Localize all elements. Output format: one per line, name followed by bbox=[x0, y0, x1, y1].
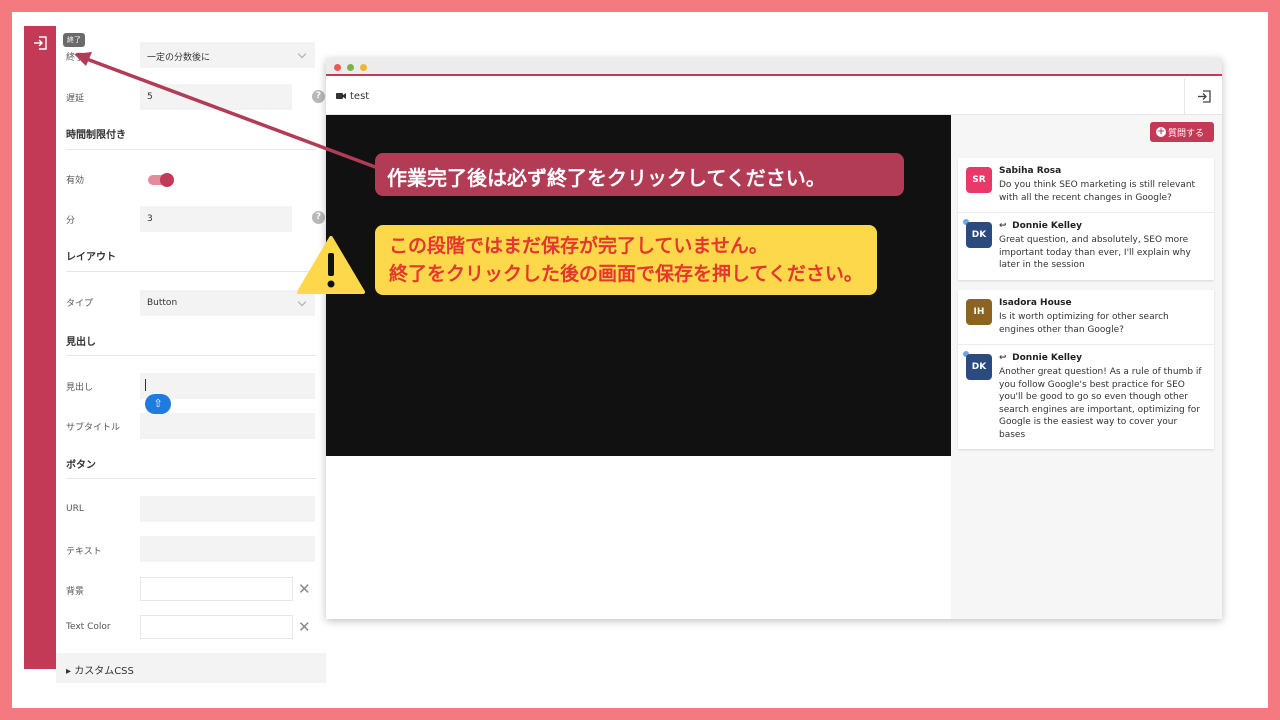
ask-question-button[interactable]: + 質問する bbox=[1150, 122, 1214, 142]
clear-background-icon[interactable]: ✕ bbox=[298, 580, 311, 598]
minutes-input[interactable]: 3 bbox=[140, 206, 292, 232]
avatar: IH bbox=[966, 299, 992, 325]
minimize-dot-icon[interactable] bbox=[347, 64, 354, 71]
custom-css-toggle[interactable]: ▸ カスタムCSS bbox=[56, 653, 326, 683]
room-title: test bbox=[350, 91, 370, 102]
message-author-name: Donnie Kelley bbox=[1012, 353, 1082, 363]
text-label: テキスト bbox=[66, 547, 102, 557]
reply-icon: ↩ bbox=[999, 353, 1007, 363]
subtitle-input[interactable] bbox=[140, 413, 315, 439]
exit-tooltip: 終了 bbox=[63, 33, 85, 47]
message-text: Do you think SEO marketing is still rele… bbox=[999, 180, 1196, 203]
maximize-dot-icon[interactable] bbox=[360, 64, 367, 71]
divider bbox=[66, 478, 316, 479]
message-author: Isadora House bbox=[999, 298, 1072, 308]
text-color-label: Text Color bbox=[66, 622, 111, 632]
app-header: test bbox=[326, 78, 1222, 115]
keyboard-shift-icon: ⇧ bbox=[145, 394, 171, 414]
time-limit-title: 時間制限付き bbox=[66, 130, 126, 141]
list-item: DK ↩ Donnie Kelley Another great questio… bbox=[958, 344, 1214, 449]
ask-question-label: 質問する bbox=[1168, 129, 1205, 139]
heading-section-title: 見出し bbox=[66, 337, 96, 348]
exit-icon[interactable] bbox=[31, 34, 49, 52]
button-section-title: ボタン bbox=[66, 460, 96, 471]
text-caret bbox=[145, 379, 146, 391]
list-item: DK ↩ Donnie Kelley Great question, and a… bbox=[958, 212, 1214, 280]
url-input[interactable] bbox=[140, 496, 315, 522]
background-label: 背景 bbox=[66, 587, 85, 597]
avatar: SR bbox=[966, 167, 992, 193]
reply-icon: ↩ bbox=[999, 221, 1007, 231]
delay-input[interactable]: 5 bbox=[140, 84, 292, 110]
leave-button[interactable] bbox=[1184, 78, 1222, 115]
annotation-yellow-note: この段階ではまだ保存が完了していません。 終了をクリックした後の画面で保存を押し… bbox=[375, 225, 877, 295]
exit-icon bbox=[1198, 90, 1211, 103]
qa-sidebar: + 質問する SR Sabiha Rosa Do you think SEO m… bbox=[951, 115, 1222, 619]
message-text: Another great question! As a rule of thu… bbox=[999, 367, 1202, 440]
plus-icon: + bbox=[1156, 127, 1166, 137]
enabled-label: 有効 bbox=[66, 176, 85, 186]
custom-css-label: カスタムCSS bbox=[74, 666, 134, 677]
subtitle-label: サブタイトル bbox=[66, 423, 121, 433]
heading-label: 見出し bbox=[66, 383, 94, 393]
end-select[interactable]: 一定の分数後に bbox=[140, 42, 315, 68]
video-camera-icon bbox=[336, 93, 346, 99]
list-item: IH Isadora House Is it worth optimizing … bbox=[958, 290, 1214, 344]
layout-title: レイアウト bbox=[66, 252, 116, 263]
background-color-field[interactable] bbox=[140, 577, 293, 601]
list-item: SR Sabiha Rosa Do you think SEO marketin… bbox=[958, 158, 1214, 212]
clear-text-color-icon[interactable]: ✕ bbox=[298, 618, 311, 636]
delay-help-icon[interactable]: ? bbox=[312, 90, 325, 103]
divider bbox=[66, 355, 316, 356]
qa-thread: SR Sabiha Rosa Do you think SEO marketin… bbox=[958, 158, 1214, 280]
divider bbox=[66, 271, 316, 272]
type-label: タイプ bbox=[66, 299, 94, 309]
delay-label: 遅延 bbox=[66, 94, 85, 104]
type-select[interactable]: Button bbox=[140, 290, 315, 316]
annotation-line-1: この段階ではまだ保存が完了していません。 bbox=[389, 235, 768, 257]
annotation-line-2: 終了をクリックした後の画面で保存を押してください。 bbox=[389, 263, 863, 285]
window-titlebar bbox=[326, 58, 1222, 76]
caret-right-icon: ▸ bbox=[66, 666, 75, 677]
message-text: Is it worth optimizing for other search … bbox=[999, 312, 1169, 335]
warning-icon bbox=[297, 236, 365, 294]
qa-thread: IH Isadora House Is it worth optimizing … bbox=[958, 290, 1214, 449]
end-label: 終了 bbox=[66, 53, 85, 63]
message-author: Sabiha Rosa bbox=[999, 166, 1062, 176]
minutes-help-icon[interactable]: ? bbox=[312, 211, 325, 224]
message-author-name: Donnie Kelley bbox=[1012, 221, 1082, 231]
url-label: URL bbox=[66, 504, 84, 514]
settings-panel: 終了 一定の分数後に 遅延 5 ? 時間制限付き 有効 分 3 ? レイアウト … bbox=[56, 26, 326, 683]
editor-rail bbox=[24, 26, 56, 669]
annotation-red-note: 作業完了後は必ず終了をクリックしてください。 bbox=[375, 153, 904, 196]
text-color-field[interactable] bbox=[140, 615, 293, 639]
avatar: DK bbox=[966, 354, 992, 380]
message-text: Great question, and absolutely, SEO more… bbox=[999, 235, 1191, 270]
message-author: ↩ Donnie Kelley bbox=[999, 221, 1206, 231]
divider bbox=[66, 149, 316, 150]
close-dot-icon[interactable] bbox=[334, 64, 341, 71]
enabled-toggle[interactable] bbox=[148, 173, 174, 187]
message-author: ↩ Donnie Kelley bbox=[999, 353, 1206, 363]
avatar: DK bbox=[966, 222, 992, 248]
minutes-label: 分 bbox=[66, 216, 76, 226]
preview-window: test + 質問する SR Sabiha Rosa Do you think … bbox=[326, 58, 1222, 619]
text-input[interactable] bbox=[140, 536, 315, 562]
